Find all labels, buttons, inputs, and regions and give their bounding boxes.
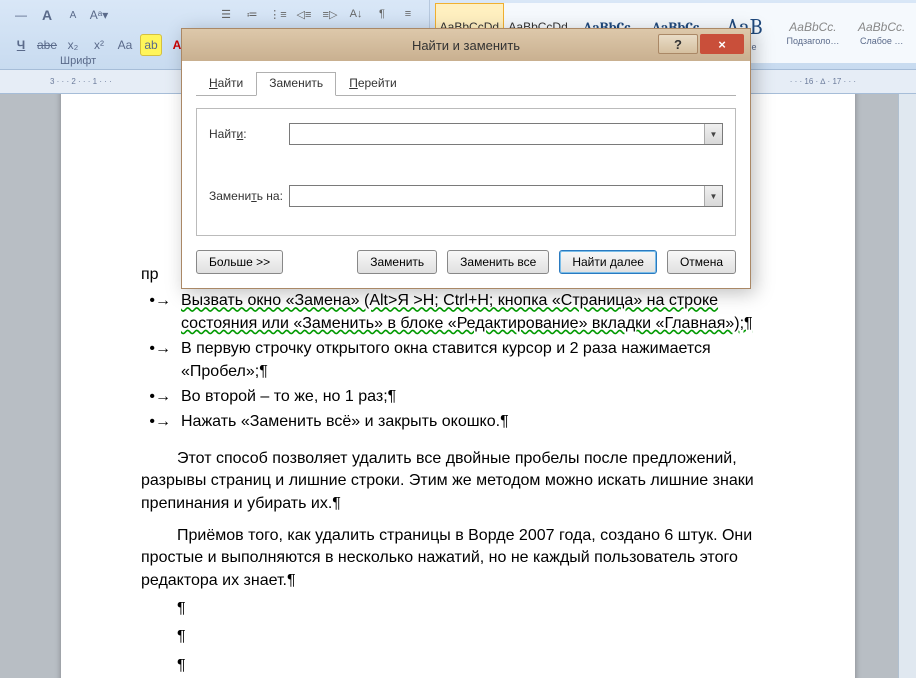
- list-item: •→ Нажать «Заменить всё» и закрыть окошк…: [141, 411, 775, 433]
- replace-all-button[interactable]: Заменить все: [447, 250, 549, 274]
- text-effects[interactable]: Aa: [114, 34, 136, 56]
- grow-font[interactable]: A: [36, 4, 58, 26]
- font-tool[interactable]: —: [10, 4, 32, 26]
- list-item: •→ В первую строчку открытого окна стави…: [141, 338, 775, 383]
- shrink-font[interactable]: A: [62, 4, 84, 26]
- bullet-icon: •→: [141, 338, 181, 383]
- bullet-text: Вызвать окно «Замена» (Alt>Я >Н; Ctrl+Н;…: [181, 290, 775, 335]
- indent-dec[interactable]: ◁≡: [292, 4, 316, 24]
- bullet-icon: •→: [141, 411, 181, 433]
- bullets-button[interactable]: ☰: [214, 4, 238, 24]
- dialog-titlebar[interactable]: Найти и заменить ? ×: [182, 29, 750, 61]
- help-button[interactable]: ?: [658, 34, 698, 54]
- subscript-button[interactable]: x₂: [62, 34, 84, 56]
- numbering-button[interactable]: ≔: [240, 4, 264, 24]
- showmarks-button[interactable]: ¶: [370, 4, 394, 24]
- bullet-icon: •→: [141, 386, 181, 408]
- dialog-inner: Найти: ▼ Заменить на: ▼: [196, 108, 736, 236]
- replace-label: Заменить на:: [209, 189, 289, 203]
- superscript-button[interactable]: x²: [88, 34, 110, 56]
- bullet-text: Во второй – то же, но 1 раз;¶: [181, 386, 775, 408]
- replace-input[interactable]: [289, 185, 723, 207]
- tab-goto[interactable]: Перейти: [336, 72, 410, 96]
- list-item: •→ Вызвать окно «Замена» (Alt>Я >Н; Ctrl…: [141, 290, 775, 335]
- change-case[interactable]: Aᵃ▾: [88, 4, 110, 26]
- dialog-buttons: Больше >> Заменить Заменить все Найти да…: [196, 250, 736, 274]
- highlight-button[interactable]: ab: [140, 34, 162, 56]
- find-next-button[interactable]: Найти далее: [559, 250, 657, 274]
- find-label: Найти:: [209, 127, 289, 141]
- underline-button[interactable]: Ч: [10, 34, 32, 56]
- align-left[interactable]: ≡: [396, 4, 420, 24]
- more-button[interactable]: Больше >>: [196, 250, 283, 274]
- replace-button[interactable]: Заменить: [357, 250, 437, 274]
- pilcrow: ¶: [177, 626, 775, 648]
- vertical-scrollbar[interactable]: [898, 94, 916, 678]
- style-item[interactable]: AaBbCc.Слабое …: [847, 3, 916, 63]
- tab-find[interactable]: Найти: [196, 72, 256, 96]
- sort-button[interactable]: A↓: [344, 4, 368, 24]
- pilcrow: ¶: [177, 655, 775, 677]
- multilevel-button[interactable]: ⋮≡: [266, 4, 290, 24]
- pilcrow: ¶: [177, 598, 775, 620]
- paragraph: Этот способ позволяет удалить все двойны…: [141, 448, 775, 515]
- indent-inc[interactable]: ≡▷: [318, 4, 342, 24]
- bullet-icon: •→: [141, 290, 181, 335]
- close-button[interactable]: ×: [700, 34, 744, 54]
- dropdown-icon[interactable]: ▼: [704, 186, 722, 206]
- dialog-tabs: Найти Заменить Перейти: [196, 71, 736, 96]
- font-group-label: Шрифт: [60, 55, 96, 67]
- strike-button[interactable]: abe: [36, 34, 58, 56]
- list-item: •→ Во второй – то же, но 1 раз;¶: [141, 386, 775, 408]
- bullet-text: В первую строчку открытого окна ставится…: [181, 338, 775, 383]
- bullet-text: Нажать «Заменить всё» и закрыть окошко.¶: [181, 411, 775, 433]
- tab-replace[interactable]: Заменить: [256, 72, 336, 96]
- dropdown-icon[interactable]: ▼: [704, 124, 722, 144]
- paragraph: Приёмов того, как удалить страницы в Вор…: [141, 525, 775, 592]
- find-input[interactable]: [289, 123, 723, 145]
- find-replace-dialog: Найти и заменить ? × Найти Заменить Пере…: [181, 28, 751, 289]
- cancel-button[interactable]: Отмена: [667, 250, 736, 274]
- style-item[interactable]: AaBbCc.Подзаголо…: [779, 3, 848, 63]
- font-group: — A A Aᵃ▾ Ч abe x₂ x² Aa ab A Шрифт: [0, 0, 205, 70]
